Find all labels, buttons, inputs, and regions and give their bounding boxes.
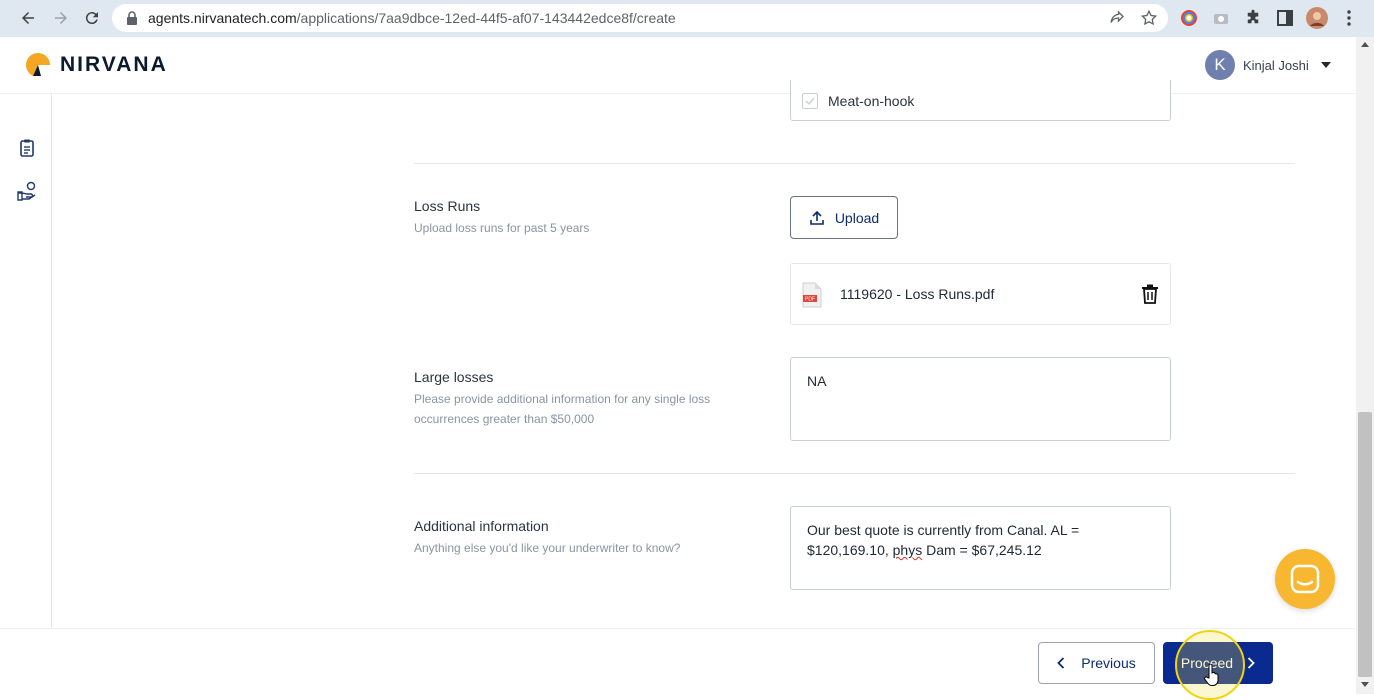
- additional-info-textarea[interactable]: Our best quote is currently from Canal. …: [790, 506, 1171, 590]
- user-menu[interactable]: K Kinjal Joshi: [1205, 50, 1331, 80]
- large-losses-value: NA: [807, 373, 827, 389]
- upload-label: Upload: [834, 209, 880, 226]
- file-name: 1119620 - Loss Runs.pdf: [840, 286, 995, 302]
- chevron-left-icon: [1057, 657, 1065, 669]
- large-losses-help-line1: Please provide additional information fo…: [414, 392, 711, 406]
- additional-info-line2-start: $120,169.10,: [807, 542, 893, 558]
- more-menu-icon[interactable]: [1338, 7, 1360, 29]
- nirvana-logo-icon: [26, 53, 50, 76]
- hand-cursor-icon: [1204, 664, 1219, 686]
- color-extension-icon[interactable]: [1178, 7, 1200, 29]
- scroll-up-arrow-icon[interactable]: [1361, 42, 1369, 47]
- back-button[interactable]: [16, 6, 40, 30]
- commodity-list: Meat-on-hook: [790, 80, 1171, 121]
- loss-runs-help: Upload loss runs for past 5 years: [414, 221, 590, 235]
- caret-down-icon: [1320, 62, 1331, 68]
- reload-icon: [85, 12, 98, 25]
- camera-extension-icon[interactable]: [1210, 7, 1232, 29]
- check-icon: [805, 97, 815, 106]
- arrow-right-icon: [55, 12, 67, 24]
- large-losses-help-line2: occurrences greater than $50,000: [414, 412, 595, 426]
- meat-on-hook-label: Meat-on-hook: [828, 93, 915, 109]
- section-divider: [414, 163, 1295, 164]
- previous-button[interactable]: Previous: [1038, 642, 1155, 684]
- meat-on-hook-checkbox[interactable]: [802, 93, 818, 109]
- chevron-right-icon: [1247, 657, 1255, 669]
- scrollbar-thumb[interactable]: [1358, 412, 1372, 677]
- chat-icon: [1290, 564, 1320, 594]
- loss-runs-label: Loss Runs: [414, 198, 481, 214]
- additional-info-line2-end: Dam = $67,245.12: [922, 542, 1042, 558]
- large-losses-label: Large losses: [414, 369, 494, 385]
- additional-info-line1: Our best quote is currently from Canal. …: [807, 522, 1080, 538]
- forward-button[interactable]: [49, 6, 73, 30]
- arrow-left-icon: [22, 12, 34, 24]
- clipboard-icon[interactable]: [17, 138, 37, 158]
- pdf-badge-text: PDF: [805, 297, 815, 303]
- chat-launcher-button[interactable]: [1275, 549, 1335, 609]
- avatar: K: [1205, 50, 1235, 80]
- additional-info-help: Anything else you'd like your underwrite…: [414, 541, 681, 555]
- trash-icon[interactable]: [1141, 284, 1159, 304]
- reload-button[interactable]: [80, 6, 104, 30]
- misspelled-word: phys: [892, 542, 923, 558]
- additional-info-label: Additional information: [414, 518, 549, 534]
- url-host: agents.nirvanatech.com: [148, 10, 297, 26]
- previous-label: Previous: [1081, 655, 1136, 671]
- uploaded-file-card: PDF 1119620 - Loss Runs.pdf: [790, 263, 1171, 325]
- share-icon[interactable]: [1108, 9, 1126, 27]
- scroll-down-arrow-icon[interactable]: [1361, 682, 1369, 687]
- large-losses-textarea[interactable]: NA: [790, 357, 1171, 441]
- additional-info-line2: $120,169.10, phys Dam = $67,245.12: [807, 540, 1154, 560]
- upload-icon: [810, 210, 824, 225]
- browser-toolbar: agents.nirvanatech.com/applications/7aa9…: [0, 0, 1374, 37]
- sidepanel-icon[interactable]: [1274, 7, 1296, 29]
- url-text: agents.nirvanatech.com/applications/7aa9…: [148, 10, 676, 26]
- user-name: Kinjal Joshi: [1243, 57, 1309, 73]
- sidebar: [0, 94, 52, 628]
- form-footer: Previous Proceed: [0, 628, 1356, 694]
- url-path: /applications/7aa9dbce-12ed-44f5-af07-14…: [296, 10, 676, 26]
- address-bar[interactable]: agents.nirvanatech.com/applications/7aa9…: [112, 4, 1168, 32]
- logo-text: NIRVANA: [60, 53, 168, 76]
- nirvana-logo[interactable]: NIRVANA: [24, 51, 168, 79]
- section-divider: [414, 473, 1295, 474]
- hand-coin-icon[interactable]: [17, 181, 37, 201]
- puzzle-extensions-icon[interactable]: [1242, 7, 1264, 29]
- upload-button[interactable]: Upload: [790, 196, 898, 239]
- lock-icon: [127, 11, 137, 25]
- bookmark-star-icon[interactable]: [1140, 9, 1158, 27]
- profile-avatar-icon[interactable]: [1306, 7, 1328, 29]
- pdf-file-icon: PDF: [802, 282, 822, 308]
